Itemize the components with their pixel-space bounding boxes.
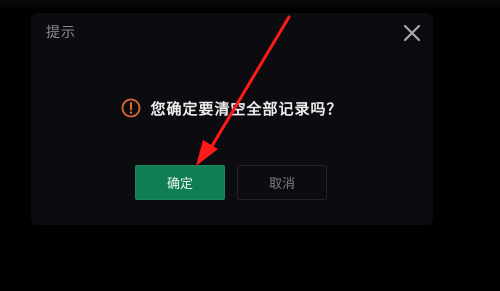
close-icon-glyph xyxy=(403,24,421,42)
dialog-message-row: 您确定要清空全部记录吗？ xyxy=(31,93,433,123)
warning-icon xyxy=(122,98,141,118)
cancel-button[interactable]: 取消 xyxy=(237,165,327,200)
close-icon[interactable] xyxy=(403,24,421,42)
top-background-fringe xyxy=(0,0,500,10)
dialog-title: 提示 xyxy=(46,25,76,41)
confirm-dialog: 提示 您确定要清空全部记录吗？ 确定 取消 xyxy=(31,13,433,225)
cancel-button-label: 取消 xyxy=(268,177,295,192)
confirm-button-label: 确定 xyxy=(166,177,193,192)
confirm-button[interactable]: 确定 xyxy=(135,165,225,200)
dialog-header: 提示 xyxy=(31,13,433,55)
dialog-message: 您确定要清空全部记录吗？ xyxy=(150,99,343,118)
